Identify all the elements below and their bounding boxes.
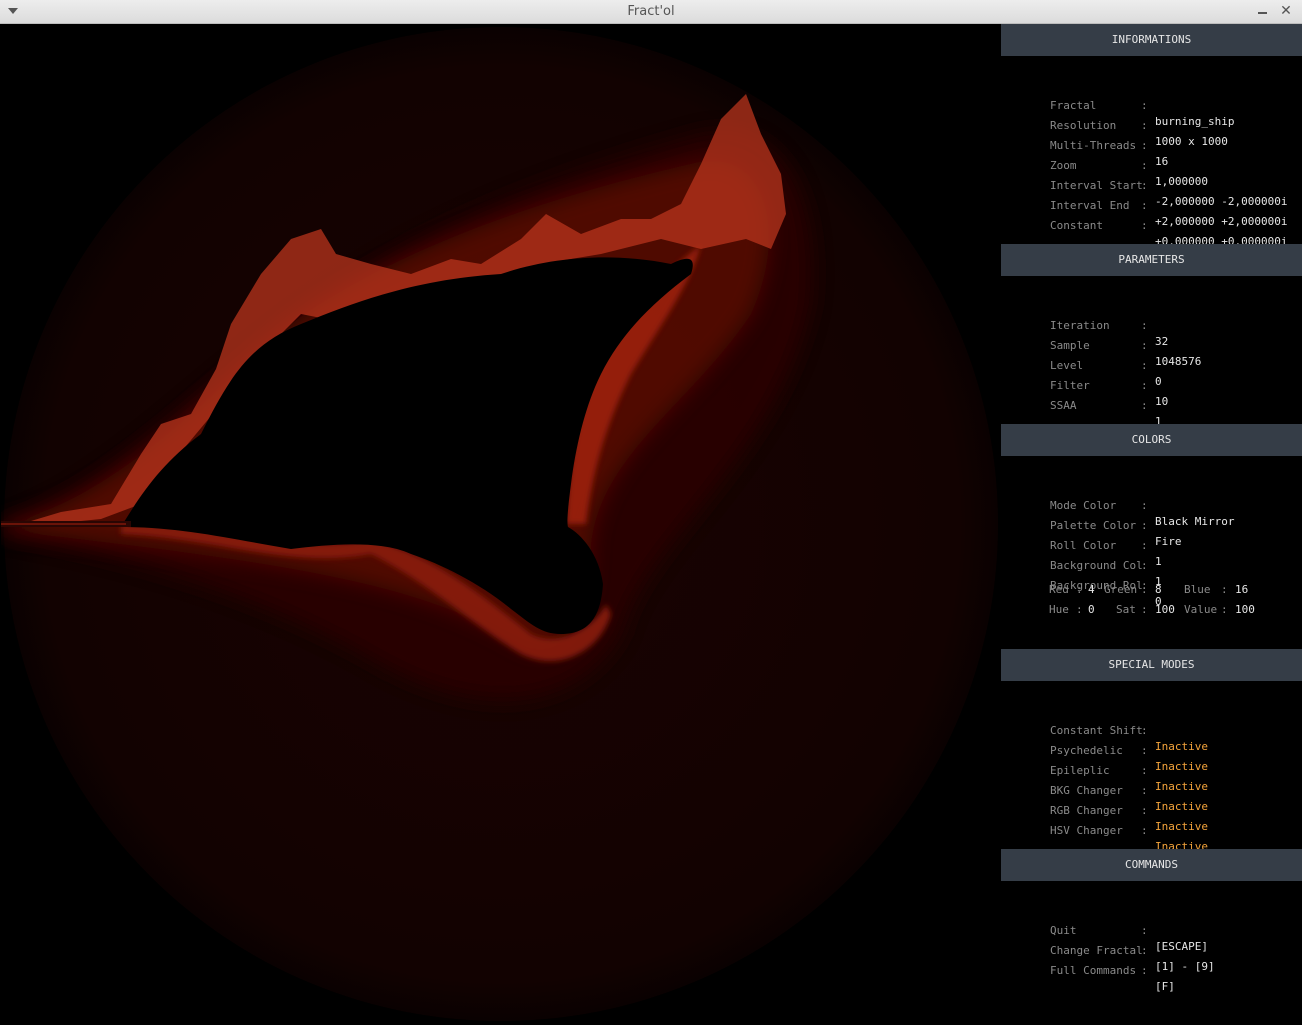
command-key: [F] [1155, 980, 1175, 993]
red-label: Red [1049, 583, 1069, 596]
param-row-sample: Sample: 1048576 [1050, 339, 1202, 368]
param-row-level: Level: 0 [1050, 359, 1162, 388]
info-panel: INFORMATIONS Fractal: burning_ship Resol… [1001, 24, 1302, 1025]
color-row-mode: Mode Color: Black Mirror [1050, 499, 1235, 528]
blue-label: Blue [1184, 583, 1211, 596]
sat-label: Sat [1116, 603, 1136, 616]
mode-status: Inactive [1155, 780, 1208, 793]
mode-row-rgb-changer: RGB Changer: Inactive [1050, 804, 1208, 833]
section-header-parameters: PARAMETERS [1001, 244, 1302, 276]
color-value: Black Mirror [1155, 515, 1235, 528]
info-row-constant: Constant: +0,000000 +0,000000i [1050, 219, 1288, 248]
window-titlebar: Fract'ol ✕ [0, 0, 1302, 24]
value-label: Value [1184, 603, 1218, 616]
info-value: 1,000000 [1155, 175, 1208, 188]
info-value: +2,000000 +2,000000i [1155, 215, 1288, 228]
info-row-zoom: Zoom: 1,000000 [1050, 159, 1208, 188]
burning-ship-render [1, 24, 1001, 1024]
color-row-background-col: Background Col: 1 [1050, 559, 1162, 588]
window-title: Fract'ol [627, 4, 675, 19]
section-header-commands: COMMANDS [1001, 849, 1302, 881]
red-value: 4 [1088, 583, 1095, 596]
info-row-resolution: Resolution: 1000 x 1000 [1050, 119, 1228, 148]
info-label: Constant [1050, 219, 1103, 232]
mode-row-bkg-changer: BKG Changer: Inactive [1050, 784, 1208, 813]
command-key: [1] - [9] [1155, 960, 1215, 973]
color-value: Fire [1155, 535, 1182, 548]
param-value: 32 [1155, 335, 1169, 348]
command-label: Full Commands [1050, 964, 1137, 977]
info-value: -2,000000 -2,000000i [1155, 195, 1288, 208]
info-row-fractal: Fractal: burning_ship [1050, 99, 1235, 128]
info-row-interval-start: Interval Start: -2,000000 -2,000000i [1050, 179, 1288, 208]
section-header-informations: INFORMATIONS [1001, 24, 1302, 56]
param-label: SSAA [1050, 399, 1077, 412]
info-value: 16 [1155, 155, 1169, 168]
param-row-ssaa: SSAA: 1 [1050, 399, 1162, 428]
blue-value: 16 [1235, 583, 1249, 596]
mode-status: Inactive [1155, 740, 1208, 753]
mode-row-constant-shift: Constant Shift: Inactive [1050, 724, 1208, 753]
color-value: 1 [1155, 555, 1162, 568]
mode-row-epileplic: Epileplic: Inactive [1050, 764, 1208, 793]
info-row-threads: Multi-Threads: 16 [1050, 139, 1169, 168]
param-value: 1048576 [1155, 355, 1202, 368]
param-row-filter: Filter: 10 [1050, 379, 1169, 408]
section-header-colors: COLORS [1001, 424, 1302, 456]
command-key: [ESCAPE] [1155, 940, 1208, 953]
mode-status: Inactive [1155, 760, 1208, 773]
sat-value: 100 [1155, 603, 1175, 616]
minimize-icon[interactable] [1256, 5, 1270, 19]
mode-row-hsv-changer: HSV Changer: Inactive [1050, 824, 1208, 853]
color-row-roll: Roll Color: 1 [1050, 539, 1162, 568]
close-icon[interactable]: ✕ [1279, 3, 1293, 19]
green-value: 8 [1155, 583, 1162, 596]
value-value: 100 [1235, 603, 1255, 616]
command-row-change-fractal: Change Fractal: [1] - [9] [1050, 944, 1215, 973]
param-value: 0 [1155, 375, 1162, 388]
info-value: 1000 x 1000 [1155, 135, 1228, 148]
mode-label: HSV Changer [1050, 824, 1123, 837]
fractal-antenna-core [1, 523, 126, 525]
hue-value: 0 [1088, 603, 1095, 616]
mode-status: Inactive [1155, 800, 1208, 813]
param-row-iteration: Iteration: 32 [1050, 319, 1169, 348]
mode-row-psychedelic: Psychedelic: Inactive [1050, 744, 1208, 773]
fractal-canvas[interactable] [1, 24, 1001, 1024]
info-value: burning_ship [1155, 115, 1235, 128]
green-label: Green [1104, 583, 1138, 596]
info-row-interval-end: Interval End: +2,000000 +2,000000i [1050, 199, 1288, 228]
mode-status: Inactive [1155, 820, 1208, 833]
command-row-full-commands: Full Commands: [F] [1050, 964, 1175, 993]
param-value: 10 [1155, 395, 1169, 408]
hue-label: Hue [1049, 603, 1069, 616]
color-row-background-rol: Background Rol: 0 [1050, 579, 1162, 608]
color-row-palette: Palette Color: Fire [1050, 519, 1182, 548]
command-row-quit: Quit: [ESCAPE] [1050, 924, 1208, 953]
section-header-special-modes: SPECIAL MODES [1001, 649, 1302, 681]
